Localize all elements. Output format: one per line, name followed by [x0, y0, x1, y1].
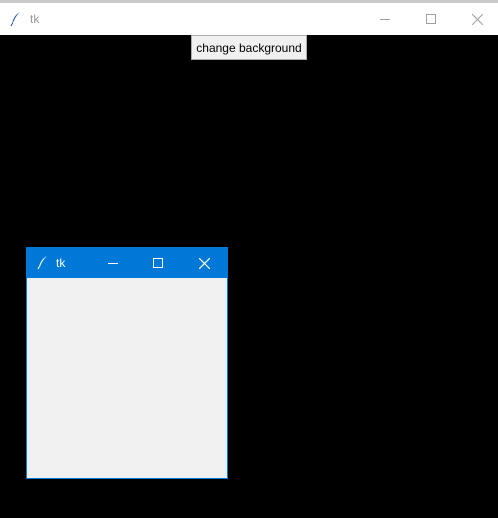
- maximize-icon: [153, 258, 163, 268]
- child-window-title: tk: [56, 256, 66, 270]
- minimize-icon: [108, 263, 118, 264]
- child-close-button[interactable]: [182, 248, 226, 278]
- child-maximize-button[interactable]: [136, 248, 180, 278]
- main-window-titlebar[interactable]: tk: [0, 3, 498, 35]
- child-window-titlebar[interactable]: tk: [27, 248, 227, 278]
- close-icon: [471, 13, 483, 25]
- feather-icon: [37, 256, 47, 270]
- change-background-button[interactable]: change background: [191, 35, 307, 60]
- main-window-title: tk: [30, 12, 40, 26]
- minimize-button[interactable]: [362, 3, 408, 35]
- close-icon: [198, 257, 210, 269]
- maximize-icon: [426, 14, 436, 24]
- child-window-content: [27, 278, 227, 478]
- feather-icon: [10, 12, 20, 27]
- close-button[interactable]: [454, 3, 498, 35]
- maximize-button[interactable]: [408, 3, 454, 35]
- child-window[interactable]: tk: [26, 247, 228, 479]
- minimize-icon: [380, 19, 390, 20]
- child-minimize-button[interactable]: [91, 248, 135, 278]
